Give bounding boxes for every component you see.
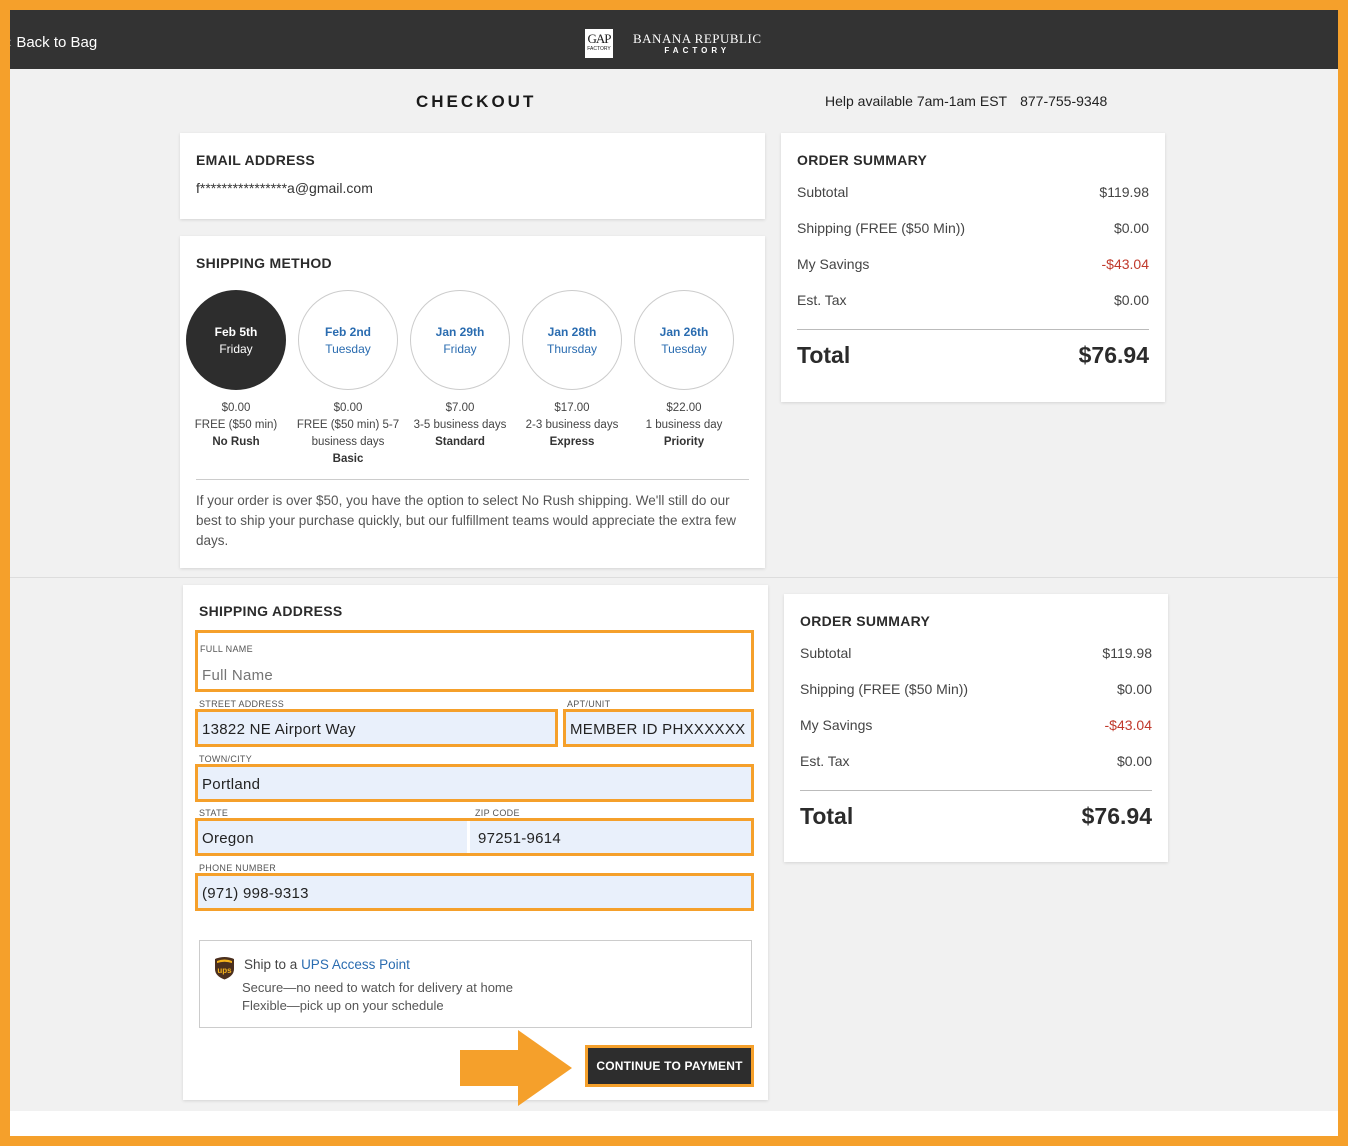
shipping-method-heading: SHIPPING METHOD	[196, 255, 332, 271]
city-value: Portland	[202, 776, 261, 793]
date-circle: Feb 2nd Tuesday	[298, 290, 398, 390]
zip-label: ZIP CODE	[475, 808, 520, 818]
back-to-bag-link[interactable]: ‹ Back to Bag	[10, 34, 97, 51]
savings-row: My Savings -$43.04	[797, 256, 1149, 272]
ups-shield-icon: ups	[215, 957, 234, 980]
continue-to-payment-button[interactable]: CONTINUE TO PAYMENT	[588, 1048, 751, 1084]
help-info: Help available 7am-1am EST 877-755-9348	[825, 93, 1107, 109]
shipping-option-express[interactable]: Jan 28th Thursday $17.00 2-3 business da…	[516, 290, 628, 451]
date-circle: Jan 26th Tuesday	[634, 290, 734, 390]
total-row: Total $76.94	[797, 342, 1149, 368]
state-value[interactable]: Oregon	[202, 830, 254, 847]
date-circle: Jan 29th Friday	[410, 290, 510, 390]
date-circle: Jan 28th Thursday	[522, 290, 622, 390]
order-summary-card: ORDER SUMMARY Subtotal $119.98 Shipping …	[781, 133, 1165, 402]
ups-line-secure: Secure—no need to watch for delivery at …	[242, 980, 513, 995]
street-label: STREET ADDRESS	[199, 699, 285, 709]
divider	[797, 329, 1149, 330]
divider	[196, 479, 749, 480]
total-row: Total $76.94	[800, 803, 1152, 829]
full-name-input[interactable]	[202, 667, 742, 684]
email-card: EMAIL ADDRESS f****************a@gmail.c…	[180, 133, 765, 219]
divider	[800, 790, 1152, 791]
state-zip-field[interactable]: Oregon 97251-9614	[195, 818, 754, 856]
zip-value[interactable]: 97251-9614	[478, 830, 561, 847]
page-frame: ‹ Back to Bag GAP FACTORY BANANA REPUBLI…	[10, 10, 1338, 1136]
help-hours: Help available 7am-1am EST	[825, 93, 1008, 109]
phone-label: PHONE NUMBER	[199, 863, 277, 873]
shipping-row: Shipping (FREE ($50 Min)) $0.00	[800, 681, 1152, 697]
section-divider	[10, 577, 1338, 578]
subtotal-row: Subtotal $119.98	[797, 184, 1149, 200]
tax-row: Est. Tax $0.00	[797, 292, 1149, 308]
city-field[interactable]: Portland	[195, 764, 754, 802]
shipping-address-heading: SHIPPING ADDRESS	[199, 603, 343, 619]
banana-republic-factory-logo: BANANA REPUBLIC FACTORY	[633, 30, 762, 55]
subtotal-row: Subtotal $119.98	[800, 645, 1152, 661]
tax-row: Est. Tax $0.00	[800, 753, 1152, 769]
chevron-left-icon: ‹	[10, 34, 11, 51]
phone-field[interactable]: (971) 998-9313	[195, 873, 754, 911]
street-value: 13822 NE Airport Way	[202, 721, 356, 738]
phone-value: (971) 998-9313	[202, 885, 309, 902]
ups-access-point-box: ups Ship to a UPS Access Point Secure—no…	[199, 940, 752, 1028]
date-circle: Feb 5th Friday	[186, 290, 286, 390]
continue-highlight: CONTINUE TO PAYMENT	[585, 1045, 754, 1087]
no-rush-note: If your order is over $50, you have the …	[196, 493, 737, 548]
apt-value: MEMBER ID PHXXXXXX	[570, 721, 746, 738]
svg-text:ups: ups	[217, 966, 232, 975]
ups-title: Ship to a UPS Access Point	[244, 957, 410, 972]
order-summary-heading: ORDER SUMMARY	[797, 152, 928, 168]
shipping-option-no-rush[interactable]: Feb 5th Friday $0.00 FREE ($50 min) No R…	[180, 290, 292, 451]
order-summary-card-2: ORDER SUMMARY Subtotal $119.98 Shipping …	[784, 594, 1168, 862]
order-summary-heading: ORDER SUMMARY	[800, 613, 931, 629]
shipping-address-card: SHIPPING ADDRESS FULL NAME STREET ADDRES…	[183, 585, 768, 1106]
shipping-option-basic[interactable]: Feb 2nd Tuesday $0.00 FREE ($50 min) 5-7…	[292, 290, 404, 468]
email-value: f****************a@gmail.com	[196, 180, 373, 196]
apt-unit-field[interactable]: MEMBER ID PHXXXXXX	[563, 709, 754, 747]
savings-row: My Savings -$43.04	[800, 717, 1152, 733]
state-label: STATE	[199, 808, 229, 818]
email-heading: EMAIL ADDRESS	[196, 152, 316, 168]
full-name-label: FULL NAME	[200, 644, 253, 654]
shipping-option-priority[interactable]: Jan 26th Tuesday $22.00 1 business day P…	[628, 290, 740, 451]
back-label: Back to Bag	[16, 34, 98, 51]
field-separator	[467, 821, 470, 853]
help-phone[interactable]: 877-755-9348	[1020, 93, 1107, 109]
shipping-option-standard[interactable]: Jan 29th Friday $7.00 3-5 business days …	[404, 290, 516, 451]
ups-line-flexible: Flexible—pick up on your schedule	[242, 998, 444, 1013]
apt-label: APT/UNIT	[567, 699, 611, 709]
brand-logos[interactable]: GAP FACTORY BANANA REPUBLIC FACTORY	[585, 29, 762, 58]
shipping-options: Feb 5th Friday $0.00 FREE ($50 min) No R…	[180, 290, 765, 470]
city-label: TOWN/CITY	[199, 754, 253, 764]
gap-factory-logo: GAP FACTORY	[585, 29, 613, 58]
shipping-method-card: SHIPPING METHOD Feb 5th Friday $0.00 FRE…	[180, 236, 765, 568]
page-footer-area	[10, 1111, 1338, 1136]
arrow-right-icon	[460, 1030, 572, 1106]
ups-access-point-link[interactable]: UPS Access Point	[301, 957, 410, 972]
shipping-row: Shipping (FREE ($50 Min)) $0.00	[797, 220, 1149, 236]
street-address-field[interactable]: 13822 NE Airport Way	[195, 709, 558, 747]
top-bar: ‹ Back to Bag GAP FACTORY BANANA REPUBLI…	[10, 10, 1338, 69]
full-name-field[interactable]: FULL NAME	[195, 630, 754, 692]
page-title: CHECKOUT	[416, 92, 537, 111]
